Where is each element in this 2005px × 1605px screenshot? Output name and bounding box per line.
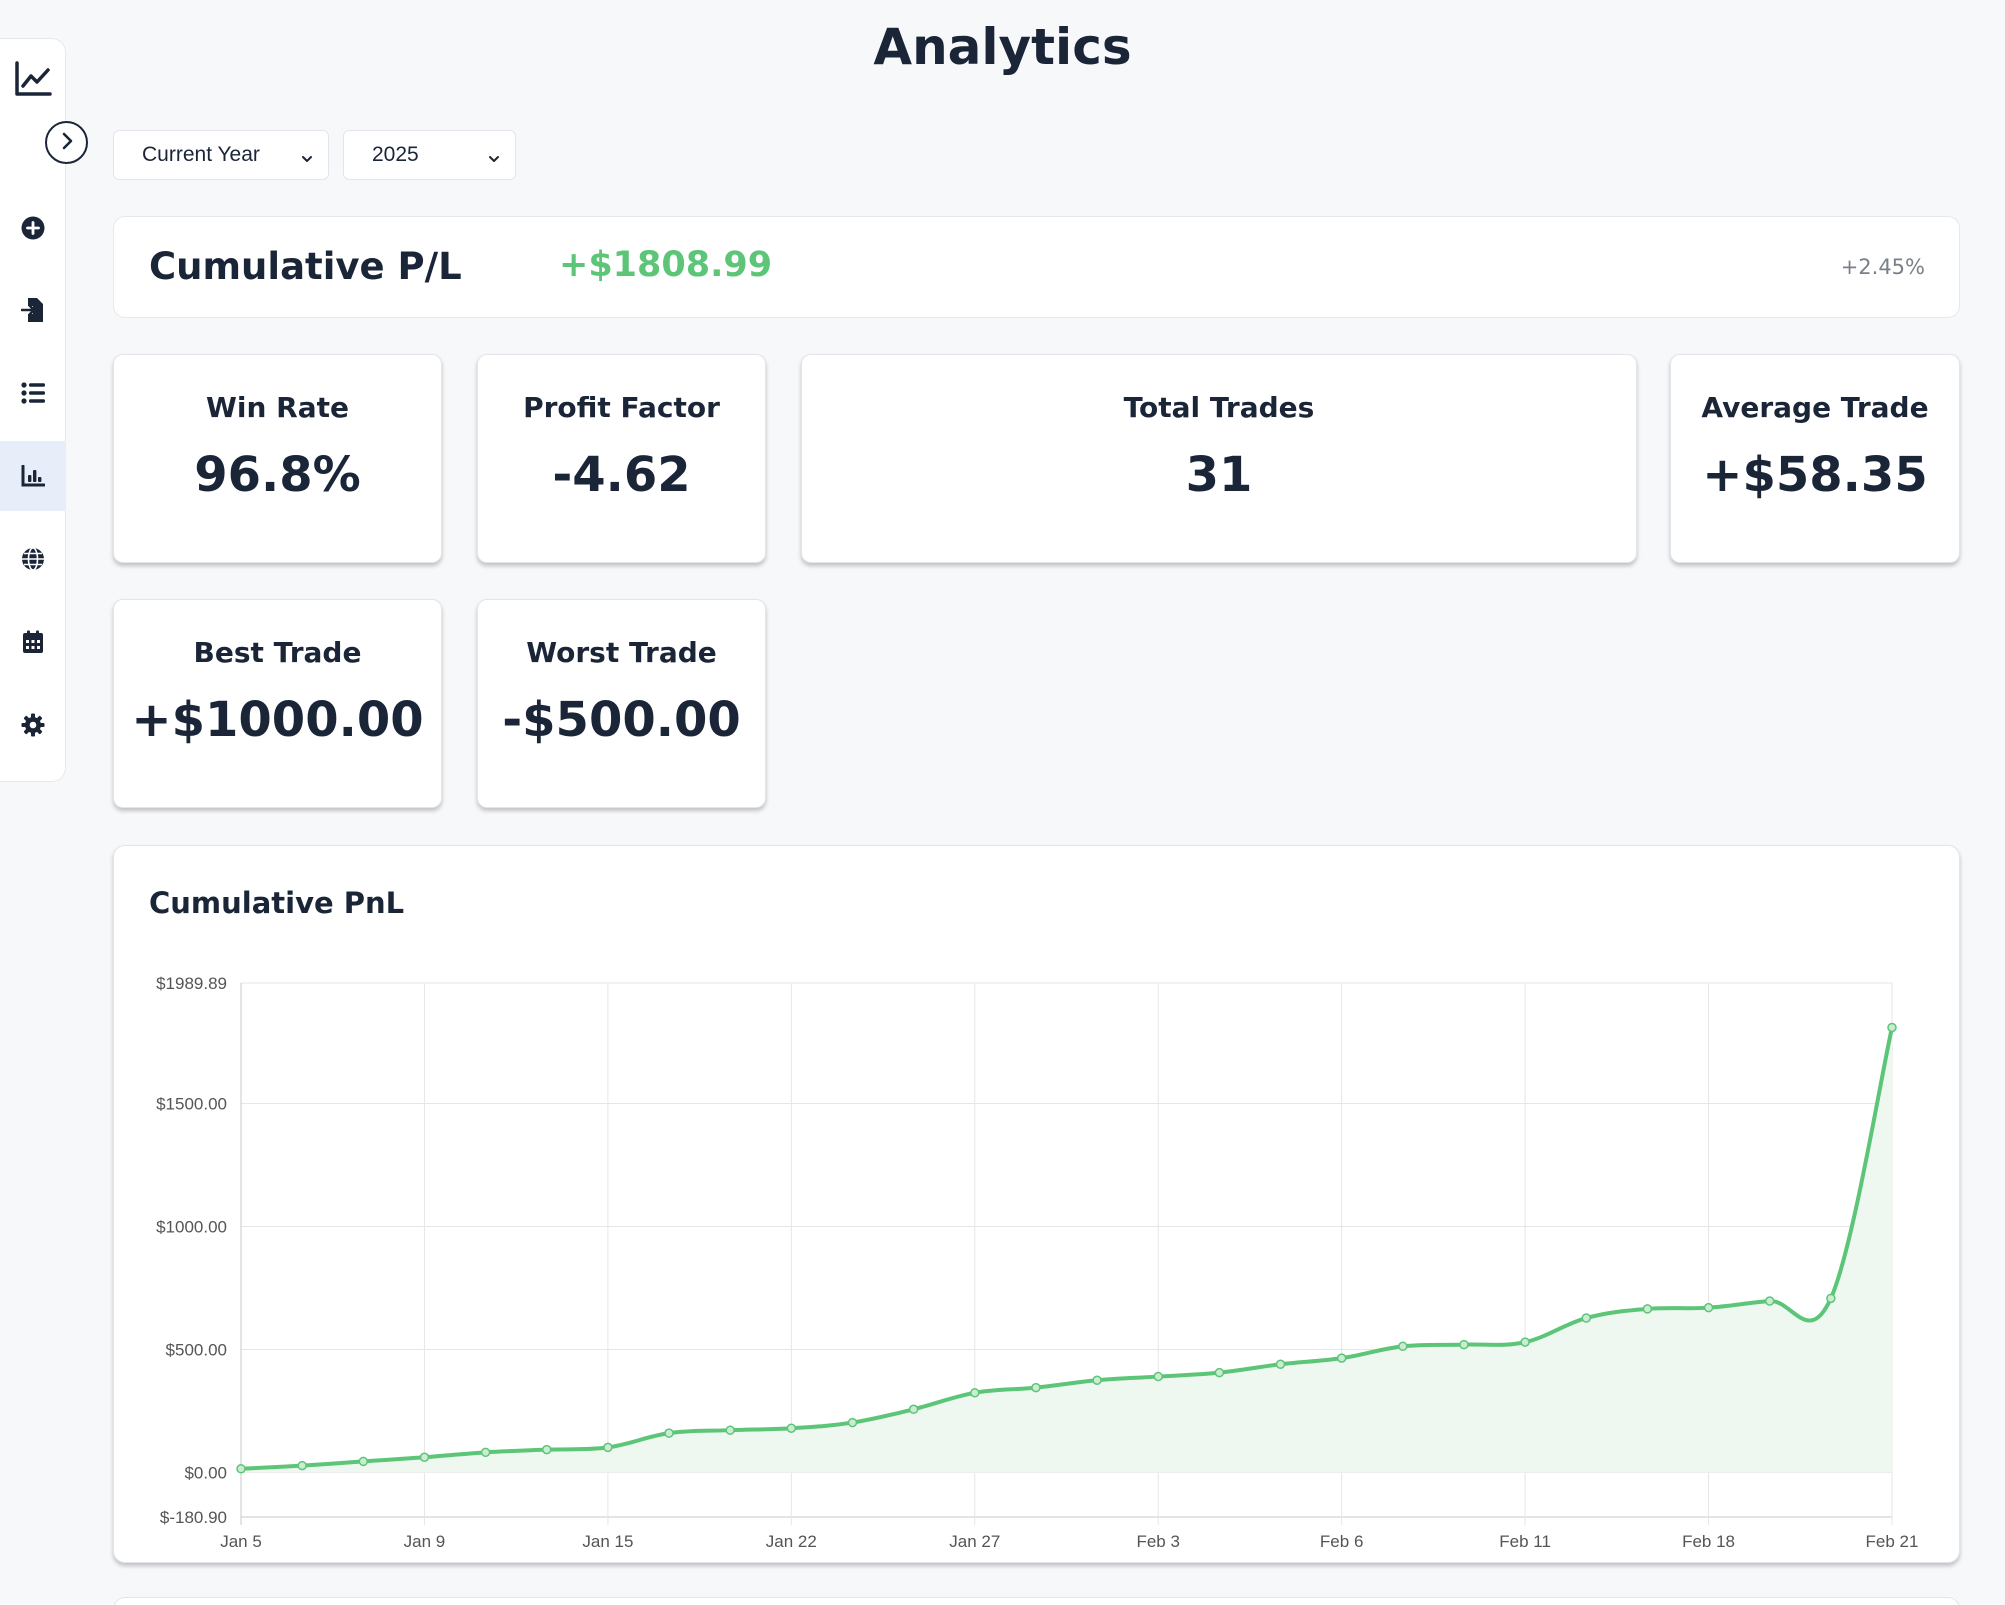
bar-chart-icon: [21, 465, 45, 487]
sidebar-item-add[interactable]: [0, 193, 66, 263]
data-point: [1459, 1339, 1469, 1350]
sidebar-item-import[interactable]: [0, 275, 66, 345]
data-point: [664, 1428, 674, 1438]
list-icon: [21, 382, 45, 404]
data-point: [1703, 1302, 1714, 1313]
year-select[interactable]: 2025: [343, 130, 516, 180]
chevron-down-icon: [487, 148, 501, 172]
data-point: [847, 1417, 858, 1428]
chevron-right-icon: [59, 131, 75, 155]
worst-trade-card: Worst Trade -$500.00: [477, 599, 766, 808]
file-import-icon: [21, 297, 45, 323]
x-tick-label: Feb 18: [1682, 1532, 1735, 1551]
data-point: [1520, 1337, 1530, 1347]
area-fill: [241, 1027, 1892, 1473]
x-tick-label: Feb 21: [1866, 1532, 1919, 1551]
sidebar-item-settings[interactable]: [0, 690, 66, 760]
data-point: [1336, 1353, 1347, 1363]
best-trade-value: +$1000.00: [131, 692, 424, 748]
sidebar-item-analytics[interactable]: [0, 441, 66, 511]
best-trade-card: Best Trade +$1000.00: [113, 599, 442, 808]
data-point: [236, 1464, 246, 1474]
data-point: [541, 1444, 552, 1455]
data-point: [1642, 1304, 1653, 1314]
win-rate-card: Win Rate 96.8%: [113, 354, 442, 563]
y-tick-label: $1500.00: [156, 1095, 227, 1114]
page-title: Analytics: [873, 18, 1132, 76]
data-point: [1581, 1313, 1592, 1323]
worst-trade-label: Worst Trade: [526, 636, 717, 669]
data-point: [1092, 1375, 1102, 1386]
plus-circle-icon: [21, 216, 45, 240]
y-tick-label: $0.00: [184, 1463, 227, 1482]
sidebar-item-trades[interactable]: [0, 358, 66, 428]
data-point: [970, 1388, 980, 1398]
x-tick-label: Jan 22: [766, 1532, 817, 1551]
cumulative-pnl-chart-card: Cumulative PnL $1989.89 $1500.00 $1000.00 $…: [113, 845, 1960, 1563]
period-select-value: Current Year: [142, 143, 260, 166]
data-point: [725, 1425, 735, 1435]
profit-factor-value: -4.62: [552, 447, 691, 503]
profit-factor-card: Profit Factor -4.62: [477, 354, 766, 563]
sidebar-toggle-button[interactable]: [45, 121, 88, 164]
calendar-icon: [22, 630, 44, 654]
globe-icon: [21, 547, 45, 571]
win-rate-label: Win Rate: [206, 391, 349, 424]
data-point: [1826, 1293, 1836, 1304]
data-point: [1764, 1296, 1775, 1306]
average-trade-card: Average Trade +$58.35: [1670, 354, 1960, 563]
y-tick-label: $1989.89: [156, 974, 227, 993]
y-tick-label: $-180.90: [160, 1508, 227, 1527]
data-point: [1275, 1359, 1286, 1370]
x-tick-label: Jan 27: [949, 1532, 1000, 1551]
total-trades-label: Total Trades: [1123, 391, 1315, 424]
data-point: [297, 1460, 307, 1471]
data-point: [603, 1442, 613, 1453]
data-point: [1214, 1367, 1225, 1378]
cumulative-pl-value: +$1808.99: [559, 245, 773, 285]
data-point: [480, 1447, 491, 1458]
profit-factor-label: Profit Factor: [523, 391, 720, 424]
win-rate-value: 96.8%: [194, 447, 361, 503]
average-trade-value: +$58.35: [1702, 447, 1928, 503]
total-trades-card: Total Trades 31: [801, 354, 1637, 563]
data-point: [419, 1452, 430, 1462]
data-point: [1031, 1382, 1041, 1393]
x-tick-label: Jan 9: [404, 1532, 446, 1551]
chevron-down-icon: [300, 148, 314, 172]
data-point: [908, 1404, 919, 1415]
x-tick-label: Feb 6: [1320, 1532, 1363, 1551]
data-point: [1153, 1371, 1163, 1382]
data-point: [358, 1456, 369, 1467]
period-select[interactable]: Current Year: [113, 130, 329, 180]
year-select-value: 2025: [372, 143, 419, 166]
sidebar-item-calendar[interactable]: [0, 607, 66, 677]
data-point: [786, 1423, 797, 1433]
y-tick-label: $500.00: [166, 1341, 227, 1360]
average-trade-label: Average Trade: [1701, 391, 1929, 424]
x-tick-label: Jan 15: [582, 1532, 633, 1551]
worst-trade-value: -$500.00: [502, 692, 741, 748]
cumulative-pnl-chart: $1989.89 $1500.00 $1000.00 $500.00 $0.00 $-18…: [156, 974, 1919, 1551]
gear-icon: [21, 713, 45, 737]
cumulative-pl-card: Cumulative P/L +$1808.99 +2.45%: [113, 216, 1960, 318]
x-tick-label: Jan 5: [220, 1532, 262, 1551]
data-point: [1398, 1341, 1408, 1352]
total-trades-value: 31: [1185, 447, 1253, 503]
x-tick-label: Feb 11: [1499, 1532, 1551, 1551]
data-point: [1887, 1022, 1897, 1033]
best-trade-label: Best Trade: [193, 636, 362, 669]
y-tick-label: $1000.00: [156, 1218, 227, 1237]
x-tick-label: Feb 3: [1136, 1532, 1179, 1551]
next-card: [113, 1597, 1960, 1605]
cumulative-pl-percent: +2.45%: [1840, 255, 1925, 279]
cumulative-pl-title: Cumulative P/L: [149, 245, 462, 288]
sidebar-item-markets[interactable]: [0, 524, 66, 594]
